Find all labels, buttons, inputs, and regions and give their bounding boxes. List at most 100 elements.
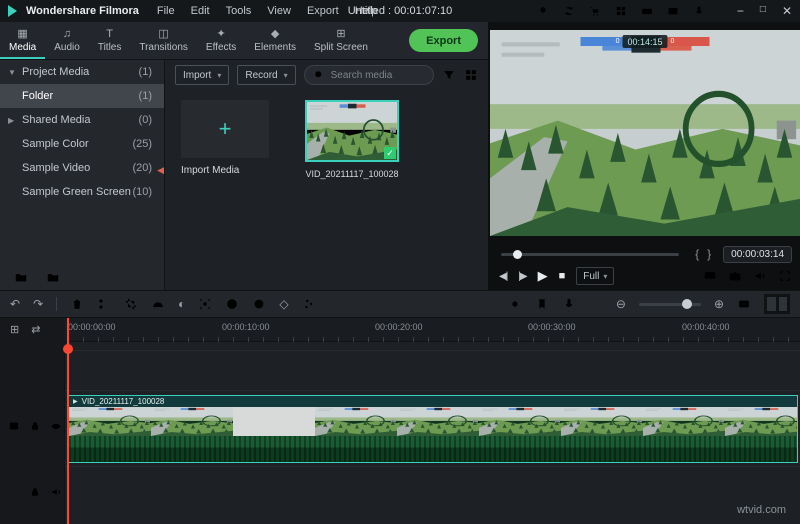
seek-knob[interactable] (513, 250, 522, 259)
track-manager-icon[interactable] (589, 297, 603, 311)
tips-icon[interactable] (537, 5, 549, 17)
sidebar-item-folder[interactable]: Folder (1) (0, 84, 164, 108)
delete-icon[interactable] (70, 297, 84, 311)
timeline-zoom-slider[interactable] (639, 303, 701, 306)
media-toolbar: Import ▾ Record ▾ (165, 60, 488, 90)
snapshot-camera-icon[interactable] (728, 269, 742, 283)
playhead-handle[interactable] (63, 344, 73, 354)
eye-visibility-icon[interactable] (50, 420, 62, 432)
export-button[interactable]: Export (409, 29, 478, 52)
sidebar-item-sample-video[interactable]: Sample Video (20) (0, 156, 164, 180)
next-frame-button[interactable]: |▶ (518, 271, 526, 282)
split-scissors-icon[interactable] (97, 297, 111, 311)
timeline-ruler[interactable]: 00:00:00:00 00:00:10:00 00:00:20:00 00:0… (65, 318, 800, 342)
zoom-knob[interactable] (682, 299, 692, 309)
redo-icon[interactable]: ↷ (33, 298, 43, 310)
zoom-in-icon[interactable]: ⊕ (714, 298, 724, 310)
score-right-badge: 0 (668, 37, 710, 46)
expand-arrow-icon[interactable]: ▼ (8, 68, 22, 77)
sidebar-item-sample-green-screen[interactable]: Sample Green Screen (10) (0, 180, 164, 204)
record-dropdown[interactable]: Record ▾ (237, 65, 295, 85)
crop-icon[interactable] (124, 297, 138, 311)
titles-tab-icon: T (106, 29, 113, 40)
filter-icon[interactable] (442, 68, 456, 82)
clip-audio-waveform (69, 436, 797, 462)
audio-track-icon[interactable] (8, 486, 20, 498)
layout-grid-icon[interactable] (615, 5, 627, 17)
store-cart-icon[interactable] (589, 5, 601, 17)
tab-audio[interactable]: ♫ Audio (45, 22, 89, 59)
tab-titles[interactable]: T Titles (89, 22, 131, 59)
menu-file[interactable]: File (157, 5, 175, 17)
color-correction-icon[interactable]: ◐ (178, 298, 185, 310)
preview-video[interactable]: 0 00:14:15 0 (490, 30, 800, 236)
sidebar-item-shared-media[interactable]: ▶ Shared Media (0) (0, 108, 164, 132)
minimize-button[interactable]: − (737, 4, 744, 18)
voiceover-mic-icon[interactable] (693, 5, 705, 17)
keyboard-shortcut-icon[interactable] (641, 5, 653, 17)
speaker-icon[interactable] (753, 269, 767, 283)
tab-effects[interactable]: ✦ Effects (197, 22, 245, 59)
marker-icon[interactable] (535, 297, 549, 311)
manage-tracks-icon[interactable]: ⊞ (10, 325, 19, 336)
duration-clock-icon[interactable] (225, 297, 239, 311)
timeline-clip-label: VID_20211117_100028 (82, 397, 165, 406)
sidebar-collapse-handle[interactable]: ◀ (157, 166, 164, 175)
play-button[interactable]: ▶ (538, 268, 548, 284)
tab-media[interactable]: ▦ Media (0, 22, 45, 59)
transfer-icon[interactable]: ⇄ (31, 325, 40, 336)
search-box[interactable] (304, 65, 434, 85)
import-media-cell: + Import Media (181, 100, 269, 179)
quality-dropdown[interactable]: Full ▾ (576, 267, 614, 285)
menu-edit[interactable]: Edit (191, 5, 210, 17)
feedback-mail-icon[interactable] (667, 5, 679, 17)
speed-icon[interactable] (151, 297, 165, 311)
menu-tools[interactable]: Tools (226, 5, 252, 17)
previous-frame-button[interactable]: ◀| (499, 271, 507, 282)
detach-monitor-icon[interactable] (703, 269, 717, 283)
search-input[interactable] (331, 70, 425, 81)
new-folder-icon[interactable] (14, 270, 28, 284)
preview-seek-row: { } 00:00:03:14 (501, 246, 792, 262)
mute-speaker-icon[interactable] (50, 486, 62, 498)
stop-button[interactable]: ■ (559, 270, 566, 282)
delete-folder-icon[interactable] (46, 270, 60, 284)
maximize-button[interactable]: □ (760, 4, 766, 18)
timeline-view-toggle[interactable] (764, 294, 790, 314)
mark-out-icon[interactable]: } (703, 247, 715, 261)
lock-track-icon[interactable] (29, 420, 41, 432)
expand-arrow-icon[interactable]: ▶ (8, 116, 22, 125)
sidebar-item-project-media[interactable]: ▼ Project Media (1) (0, 60, 164, 84)
media-clip-thumbnail[interactable]: ✓ (305, 100, 399, 162)
sync-icon[interactable] (563, 5, 575, 17)
filmora-app: Wondershare Filmora File Edit Tools View… (0, 0, 800, 524)
zoom-out-icon[interactable]: ⊖ (616, 298, 626, 310)
close-button[interactable]: ✕ (782, 4, 792, 18)
view-grid-icon[interactable] (464, 68, 478, 82)
fit-timeline-icon[interactable] (737, 297, 751, 311)
mark-in-icon[interactable]: { (691, 247, 703, 261)
audio-wave-icon[interactable] (329, 297, 343, 311)
undo-icon[interactable]: ↶ (10, 298, 20, 310)
tab-split-screen[interactable]: ⊞ Split Screen (305, 22, 377, 59)
timeline-clip[interactable]: ▶ VID_20211117_100028 (68, 395, 798, 463)
pan-zoom-icon[interactable] (198, 297, 212, 311)
tab-elements[interactable]: ◆ Elements (245, 22, 305, 59)
seek-slider[interactable] (501, 253, 679, 256)
timeline-header-left: ⊞ ⇄ (0, 318, 65, 342)
adjust-sliders-icon[interactable] (302, 297, 316, 311)
plus-icon: + (219, 118, 232, 140)
record-voiceover-icon[interactable] (562, 297, 576, 311)
tab-transitions[interactable]: ◫ Transitions (130, 22, 197, 59)
fullscreen-expand-icon[interactable] (778, 269, 792, 283)
render-preview-icon[interactable] (508, 297, 522, 311)
keyframe-icon[interactable]: ◇ (279, 298, 288, 310)
lock-track-icon[interactable] (29, 486, 41, 498)
video-track-icon[interactable] (8, 420, 20, 432)
media-sidebar: ▼ Project Media (1) Folder (1) ▶ Shared … (0, 60, 165, 290)
motion-tracking-icon[interactable] (252, 297, 266, 311)
sidebar-item-sample-color[interactable]: Sample Color (25) (0, 132, 164, 156)
import-media-tile[interactable]: + (181, 100, 269, 158)
import-dropdown[interactable]: Import ▾ (175, 65, 229, 85)
audio-track-header (8, 486, 62, 498)
